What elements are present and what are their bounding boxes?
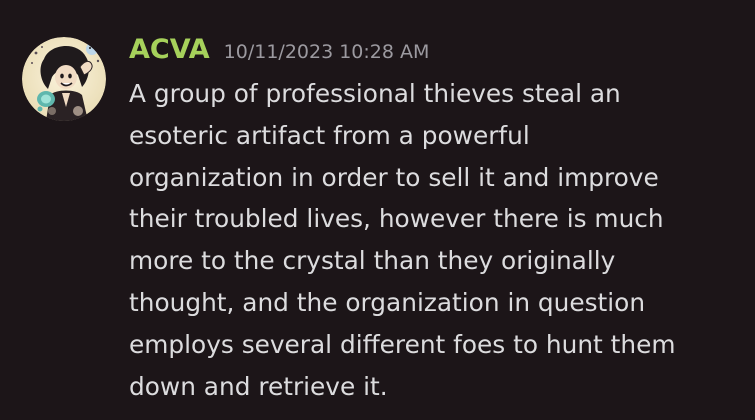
message-line: employs several different foes to hunt t…	[129, 329, 676, 359]
message-line: thought, and the organization in questio…	[129, 287, 646, 317]
user-avatar[interactable]	[22, 37, 106, 121]
username[interactable]: ACVA	[129, 34, 210, 65]
message-content: A group of professional thieves steal an…	[129, 73, 741, 407]
timestamp: 10/11/2023 10:28 AM	[223, 41, 430, 63]
message-header: ACVA 10/11/2023 10:28 AM	[129, 30, 429, 70]
message-line: their troubled lives, however there is m…	[129, 204, 664, 234]
message-line: more to the crystal than they originally	[129, 246, 616, 276]
avatar-image	[22, 37, 106, 121]
message-line: down and retrieve it.	[129, 371, 388, 401]
chat-message: ACVA 10/11/2023 10:28 AM A group of profe…	[0, 0, 755, 420]
message-line: esoteric artifact from a powerful	[129, 120, 530, 150]
message-line: organization in order to sell it and imp…	[129, 162, 659, 192]
message-line: A group of professional thieves steal an	[129, 79, 621, 108]
